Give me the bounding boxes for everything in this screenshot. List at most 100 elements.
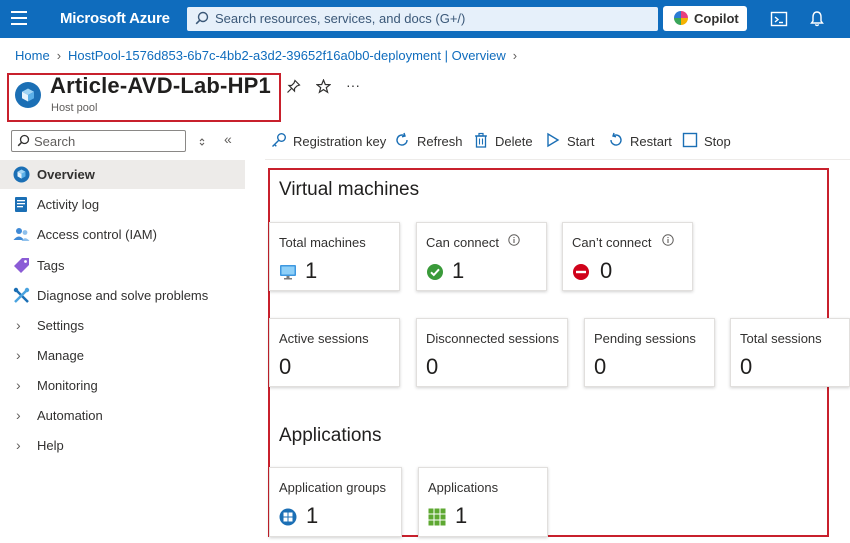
- sidebar-item-help[interactable]: › Help: [0, 431, 245, 460]
- wrench-icon: [13, 287, 30, 304]
- global-search-input[interactable]: Search resources, services, and docs (G+…: [187, 7, 658, 31]
- virtual-machines-title: Virtual machines: [279, 179, 420, 200]
- can-connect-card[interactable]: Can connect 1: [416, 222, 547, 291]
- total-machines-card[interactable]: Total machines 1: [269, 222, 400, 291]
- delete-label: Delete: [495, 134, 533, 149]
- cant-connect-value: 0: [600, 258, 613, 283]
- card-label: Can’t connect: [572, 235, 652, 250]
- toolbar-divider: [265, 159, 850, 160]
- can-connect-value: 1: [452, 258, 465, 283]
- sidebar-item-label: Monitoring: [37, 378, 98, 393]
- breadcrumb-separator-icon: ›: [56, 48, 62, 63]
- registration-key-button[interactable]: Registration key: [271, 132, 387, 150]
- collapse-sidebar-icon[interactable]: «: [224, 131, 232, 147]
- sidebar-item-tags[interactable]: Tags: [0, 251, 245, 280]
- monitor-icon: [280, 265, 296, 280]
- tag-icon: [13, 257, 30, 274]
- chevron-right-icon: ›: [16, 347, 21, 363]
- copilot-icon: [674, 11, 688, 25]
- delete-button[interactable]: Delete: [473, 132, 533, 150]
- registration-key-label: Registration key: [293, 134, 387, 149]
- card-label: Total machines: [279, 235, 366, 250]
- sidebar-search-input[interactable]: Search: [11, 130, 186, 152]
- sidebar-item-overview[interactable]: Overview: [0, 160, 245, 189]
- hamburger-menu-icon[interactable]: [11, 11, 27, 25]
- sidebar-item-label: Overview: [37, 167, 95, 182]
- sidebar-item-manage[interactable]: › Manage: [0, 341, 245, 370]
- sidebar-item-label: Automation: [37, 408, 103, 423]
- cloud-shell-icon[interactable]: [770, 10, 788, 28]
- sidebar-search-placeholder: Search: [34, 134, 76, 149]
- check-circle-icon: [427, 264, 443, 280]
- sidebar-item-label: Help: [37, 438, 64, 453]
- sidebar-item-automation[interactable]: › Automation: [0, 401, 245, 430]
- breadcrumb-separator-icon: ›: [512, 48, 518, 63]
- card-label: Applications: [428, 480, 499, 495]
- pending-sessions-value: 0: [594, 354, 607, 379]
- start-button[interactable]: Start: [545, 132, 595, 150]
- sidebar-item-diagnose[interactable]: Diagnose and solve problems: [0, 281, 245, 310]
- breadcrumb: Home › HostPool-1576d853-6b7c-4bb2-a3d2-39…: [15, 48, 524, 63]
- breadcrumb-deployment-link[interactable]: HostPool-1576d853-6b7c-4bb2-a3d2-39652f1…: [68, 48, 506, 63]
- card-label: Total sessions: [740, 331, 822, 346]
- bell-icon[interactable]: [809, 10, 825, 28]
- chevron-right-icon: ›: [16, 407, 21, 423]
- iam-icon: [13, 226, 30, 243]
- copilot-button[interactable]: Copilot: [663, 6, 747, 31]
- search-icon: [195, 11, 209, 25]
- card-label: Can connect: [426, 235, 499, 250]
- page-subtitle: Host pool: [51, 102, 98, 114]
- total-sessions-value: 0: [740, 354, 753, 379]
- info-icon[interactable]: [662, 234, 674, 246]
- play-icon: [547, 132, 560, 148]
- app-grid-icon: [428, 508, 446, 526]
- applications-value: 1: [455, 503, 468, 528]
- blocked-icon: [573, 264, 589, 280]
- card-label: Disconnected sessions: [426, 331, 559, 346]
- card-label: Active sessions: [279, 331, 369, 346]
- applications-card[interactable]: Applications 1: [418, 467, 548, 537]
- disconnected-sessions-card[interactable]: Disconnected sessions 0: [416, 318, 568, 387]
- search-placeholder: Search resources, services, and docs (G+…: [215, 11, 466, 26]
- stop-label: Stop: [704, 134, 731, 149]
- card-label: Application groups: [279, 480, 386, 495]
- start-label: Start: [567, 134, 595, 149]
- chevron-right-icon: ›: [16, 317, 21, 333]
- info-icon[interactable]: [508, 234, 520, 246]
- more-options-icon[interactable]: ···: [346, 77, 360, 93]
- host-pool-icon: [15, 82, 41, 108]
- active-sessions-card[interactable]: Active sessions 0: [269, 318, 400, 387]
- sidebar-item-settings[interactable]: › Settings: [0, 311, 245, 340]
- search-icon: [17, 134, 30, 147]
- cant-connect-card[interactable]: Can’t connect 0: [562, 222, 693, 291]
- stop-button[interactable]: Stop: [682, 132, 732, 150]
- pin-icon[interactable]: [286, 79, 301, 94]
- top-bar: Microsoft Azure Search resources, servic…: [0, 0, 850, 38]
- stop-icon: [682, 132, 698, 148]
- sidebar-item-monitoring[interactable]: › Monitoring: [0, 371, 245, 400]
- breadcrumb-home-link[interactable]: Home: [15, 48, 50, 63]
- trash-icon: [475, 132, 487, 148]
- application-groups-card[interactable]: Application groups 1: [269, 467, 402, 537]
- sidebar-item-label: Settings: [37, 318, 84, 333]
- applications-title: Applications: [279, 425, 382, 446]
- page-title: Article-AVD-Lab-HP1: [50, 73, 271, 98]
- brand-name[interactable]: Microsoft Azure: [60, 10, 170, 27]
- total-sessions-card[interactable]: Total sessions 0: [730, 318, 850, 387]
- pending-sessions-card[interactable]: Pending sessions 0: [584, 318, 715, 387]
- chevron-right-icon: ›: [16, 377, 21, 393]
- star-icon[interactable]: [316, 79, 331, 94]
- refresh-label: Refresh: [417, 134, 463, 149]
- active-sessions-value: 0: [279, 354, 292, 379]
- host-pool-icon: [13, 166, 30, 183]
- sidebar-item-activity-log[interactable]: Activity log: [0, 190, 245, 219]
- refresh-button[interactable]: Refresh: [394, 132, 463, 150]
- copilot-label: Copilot: [694, 11, 739, 26]
- restart-icon: [610, 132, 622, 146]
- expand-collapse-icon[interactable]: [197, 137, 207, 147]
- sidebar-item-label: Manage: [37, 348, 84, 363]
- activity-log-icon: [13, 196, 30, 213]
- restart-button[interactable]: Restart: [608, 132, 672, 150]
- total-machines-value: 1: [305, 258, 318, 283]
- sidebar-item-access-control[interactable]: Access control (IAM): [0, 220, 245, 249]
